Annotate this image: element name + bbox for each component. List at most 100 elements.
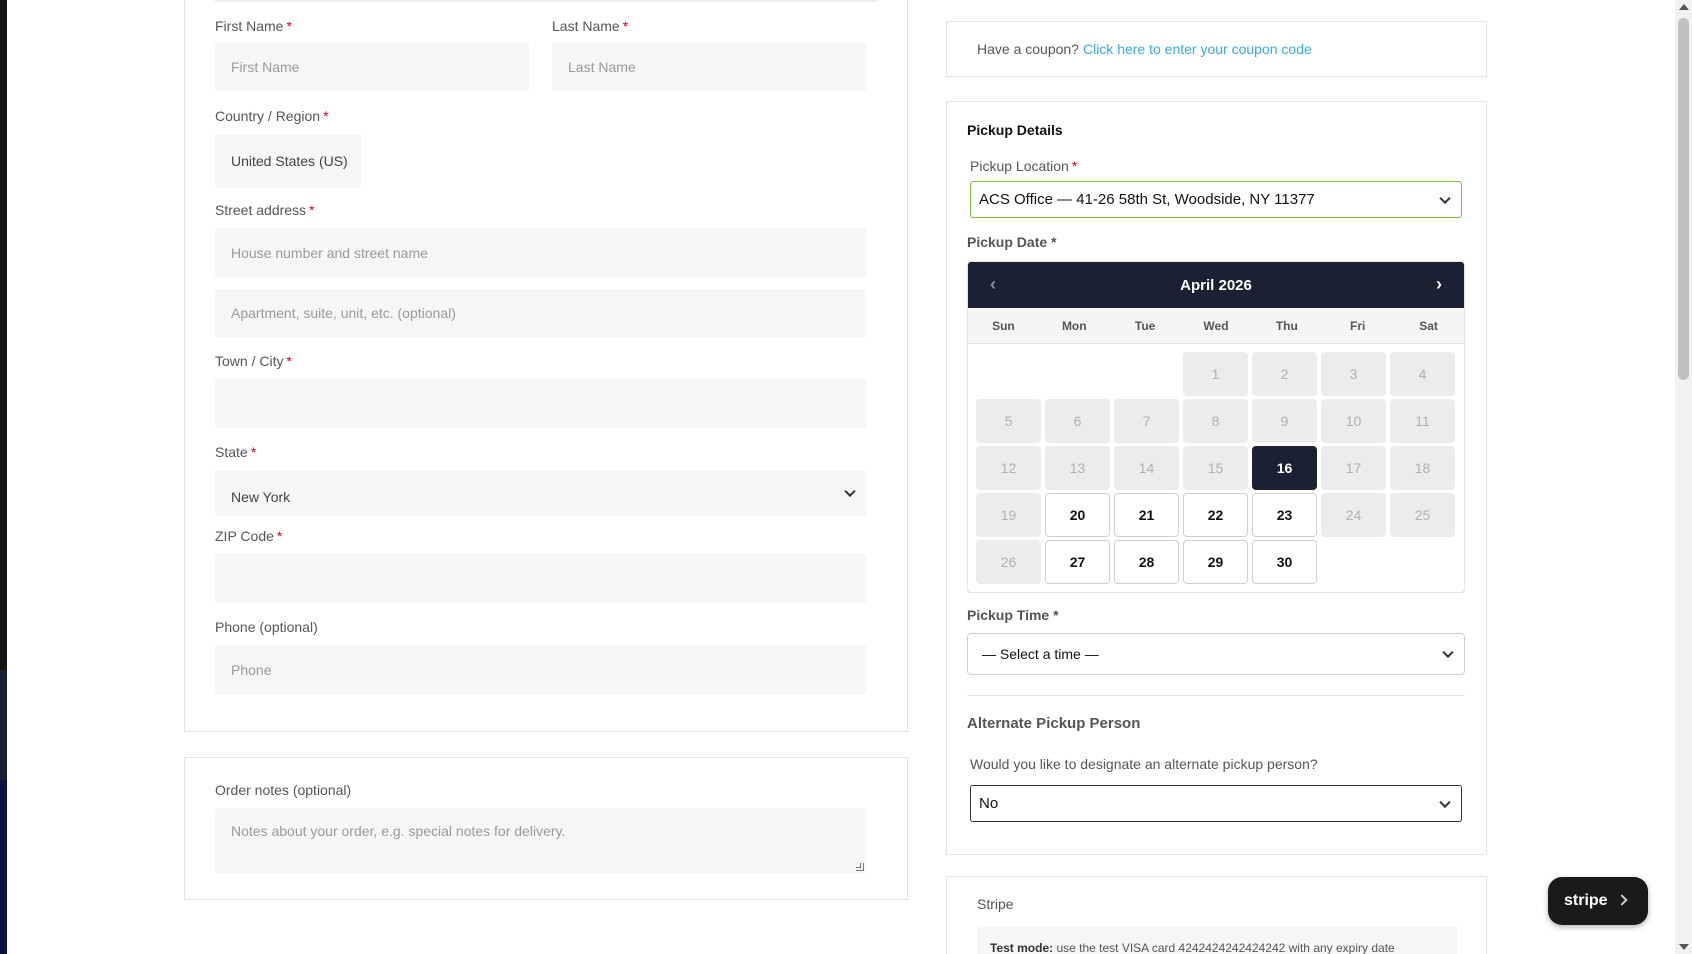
street-address-label: Street address * [215, 202, 315, 218]
first-name-label: First Name * [215, 18, 292, 34]
pickup-location-value: ACS Office — 41-26 58th St, Woodside, NY… [979, 191, 1315, 208]
first-name-field[interactable]: First Name [215, 43, 529, 91]
calendar-day: 12 [976, 446, 1041, 490]
calendar-day: 25 [1390, 493, 1455, 537]
calendar-day: 1 [1183, 352, 1248, 396]
last-name-label: Last Name * [552, 18, 629, 34]
state-label: State * [215, 444, 257, 460]
calendar-day: 19 [976, 493, 1041, 537]
calendar-day: 3 [1321, 352, 1386, 396]
alternate-pickup-question: Would you like to designate an alternate… [970, 756, 1318, 772]
calendar-day: 18 [1390, 446, 1455, 490]
prev-month-icon[interactable]: ‹ [990, 274, 996, 295]
calendar-day: 14 [1114, 446, 1179, 490]
weekday-label: Tue [1134, 318, 1156, 333]
coupon-notice: Have a coupon? Click here to enter your … [946, 21, 1487, 77]
calendar-day[interactable]: 20 [1045, 493, 1110, 537]
scrollbar-thumb[interactable] [1678, 18, 1689, 380]
calendar-day: 17 [1321, 446, 1386, 490]
calendar-day-selected[interactable]: 16 [1252, 446, 1317, 490]
pickup-time-select[interactable]: — Select a time — [967, 633, 1465, 675]
last-name-field[interactable]: Last Name [552, 43, 866, 91]
calendar-empty-cell [1045, 352, 1110, 396]
street-address-2-field[interactable]: Apartment, suite, unit, etc. (optional) [215, 289, 866, 337]
calendar-day: 26 [976, 540, 1041, 584]
calendar-day[interactable]: 23 [1252, 493, 1317, 537]
calendar-day: 6 [1045, 399, 1110, 443]
calendar-day: 9 [1252, 399, 1317, 443]
calendar-day: 24 [1321, 493, 1386, 537]
scroll-down-icon[interactable] [1679, 944, 1689, 950]
calendar-day: 15 [1183, 446, 1248, 490]
test-mode-label: Test mode: [990, 941, 1054, 954]
section-divider [967, 695, 1465, 696]
next-month-icon[interactable]: › [1436, 274, 1442, 295]
payment-method-title[interactable]: Stripe [977, 896, 1014, 912]
order-notes-textarea[interactable]: Notes about your order, e.g. special not… [215, 808, 866, 873]
calendar-empty-cell [1114, 352, 1179, 396]
chevron-down-icon [1439, 796, 1451, 808]
chevron-down-icon [1442, 646, 1454, 659]
weekday-label: Mon [1061, 318, 1087, 333]
test-mode-text: use the test VISA card 4242424242424242 … [1053, 941, 1395, 954]
stripe-badge-button[interactable]: stripe [1548, 877, 1648, 925]
pickup-location-label: Pickup Location * [970, 158, 1078, 174]
page-scrollbar[interactable] [1675, 0, 1692, 954]
calendar-days-grid: 1 2 3 4 5 6 7 8 9 10 11 12 13 14 15 16 17 18 19 20 21 22 23 24 2… [976, 352, 1458, 584]
resize-handle-icon[interactable] [856, 863, 864, 871]
calendar-day: 8 [1183, 399, 1248, 443]
calendar-day[interactable]: 22 [1183, 493, 1248, 537]
phone-label: Phone (optional) [215, 619, 318, 635]
pickup-details-panel: Pickup Details Pickup Location * ACS Offi… [946, 101, 1487, 855]
calendar-empty-cell [976, 352, 1041, 396]
calendar-month-title: April 2026 [1180, 276, 1252, 294]
coupon-link[interactable]: Click here to enter your coupon code [1083, 41, 1312, 57]
zip-field[interactable] [215, 554, 866, 603]
scroll-up-icon[interactable] [1679, 4, 1689, 10]
chevron-down-icon [844, 485, 856, 498]
order-notes-placeholder: Notes about your order, e.g. special not… [231, 823, 566, 839]
left-edge-accent [0, 670, 7, 780]
alternate-pickup-title: Alternate Pickup Person [967, 715, 1141, 732]
calendar-day: 2 [1252, 352, 1317, 396]
pickup-location-select[interactable]: ACS Office — 41-26 58th St, Woodside, NY… [970, 181, 1462, 218]
weekday-label: Wed [1203, 318, 1229, 333]
weekday-label: Sun [992, 318, 1015, 333]
calendar-day[interactable]: 30 [1252, 540, 1317, 584]
pickup-date-label: Pickup Date * [967, 234, 1057, 250]
zip-label: ZIP Code * [215, 528, 283, 544]
test-mode-notice: Test mode: use the test VISA card 424242… [977, 927, 1457, 954]
alternate-pickup-value: No [979, 795, 999, 812]
calendar-day: 11 [1390, 399, 1455, 443]
left-edge-strip [0, 0, 7, 954]
pickup-details-title: Pickup Details [967, 122, 1063, 138]
left-edge-accent-blue [0, 780, 7, 954]
chevron-right-icon [1616, 894, 1628, 906]
pickup-time-label: Pickup Time * [967, 607, 1059, 623]
state-value: New York [231, 489, 291, 505]
coupon-text: Have a coupon? [977, 41, 1079, 57]
city-field[interactable] [215, 379, 866, 428]
country-select[interactable]: United States (US) [215, 134, 361, 188]
street-address-field[interactable]: House number and street name [215, 228, 866, 277]
calendar-header: ‹ April 2026 › [968, 262, 1464, 308]
weekday-label: Thu [1275, 318, 1298, 333]
city-label: Town / City * [215, 353, 292, 369]
order-notes-panel: Order notes (optional) Notes about your … [184, 757, 908, 900]
calendar-day[interactable]: 28 [1114, 540, 1179, 584]
alternate-pickup-select[interactable]: No [970, 785, 1462, 822]
previous-field-edge [215, 0, 877, 2]
calendar-day[interactable]: 29 [1183, 540, 1248, 584]
weekday-label: Fri [1350, 318, 1366, 333]
calendar-day: 13 [1045, 446, 1110, 490]
billing-panel: First Name * First Name Last Name * Last N… [184, 0, 908, 732]
calendar-day: 7 [1114, 399, 1179, 443]
state-select[interactable]: New York [215, 470, 866, 516]
chevron-down-icon [1439, 192, 1451, 204]
calendar-day[interactable]: 27 [1045, 540, 1110, 584]
calendar-day: 10 [1321, 399, 1386, 443]
calendar-day: 4 [1390, 352, 1455, 396]
phone-field[interactable]: Phone [215, 645, 866, 694]
country-label: Country / Region * [215, 108, 329, 124]
calendar-day[interactable]: 21 [1114, 493, 1179, 537]
